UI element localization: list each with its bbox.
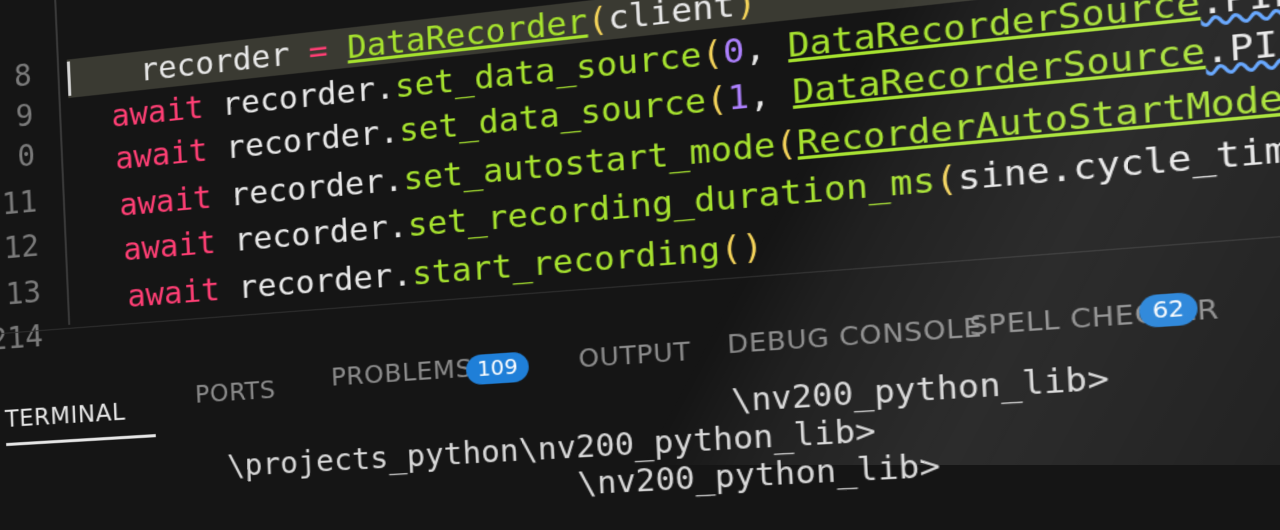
line-number: 9 (14, 97, 35, 135)
code-token: 0 (722, 31, 746, 73)
code-token: = (307, 32, 329, 71)
code-token: ( (705, 80, 729, 121)
tab-problems[interactable]: PROBLEMS (331, 355, 473, 392)
code-editor[interactable]: recorder = DataRecorder(client) await rec… (0, 0, 1280, 315)
code-token: ) (734, 0, 758, 25)
gutter-divider (53, 0, 71, 325)
code-token: await (114, 132, 209, 178)
line-number: 0 (16, 137, 36, 175)
code-token: await (126, 272, 221, 316)
line-number: 12 (2, 228, 40, 267)
code-token: client (607, 0, 736, 39)
code-token: await (122, 224, 217, 269)
code-token: await (110, 89, 205, 136)
code-token: () (719, 227, 765, 270)
code-token: ( (586, 0, 610, 41)
code-token: ( (700, 34, 724, 75)
line-number: 8 (13, 57, 33, 95)
code-token: 1 (726, 77, 750, 119)
code-token: recorder. (214, 207, 409, 261)
code-token: await (118, 179, 213, 225)
tab-output[interactable]: OUTPUT (578, 338, 691, 374)
problems-count-badge: 109 (465, 351, 530, 386)
editor-window: 8 9 0 11 12 13 214 recorder = DataRecorder(cli… (0, 0, 1280, 502)
code-token: , (748, 73, 794, 117)
code-token: ( (774, 124, 799, 166)
code-token: recorder. (210, 161, 405, 216)
code-token: .PIEZO_POSITION (1199, 0, 1280, 24)
code-token: recorder. (219, 256, 413, 309)
code-token: ( (934, 159, 959, 201)
tab-debug-console[interactable]: DEBUG CONSOLE (727, 314, 983, 360)
line-number: 13 (4, 274, 42, 313)
tab-ports[interactable]: PORTS (195, 377, 277, 409)
line-number: 11 (0, 184, 38, 223)
code-token: , (743, 27, 789, 71)
